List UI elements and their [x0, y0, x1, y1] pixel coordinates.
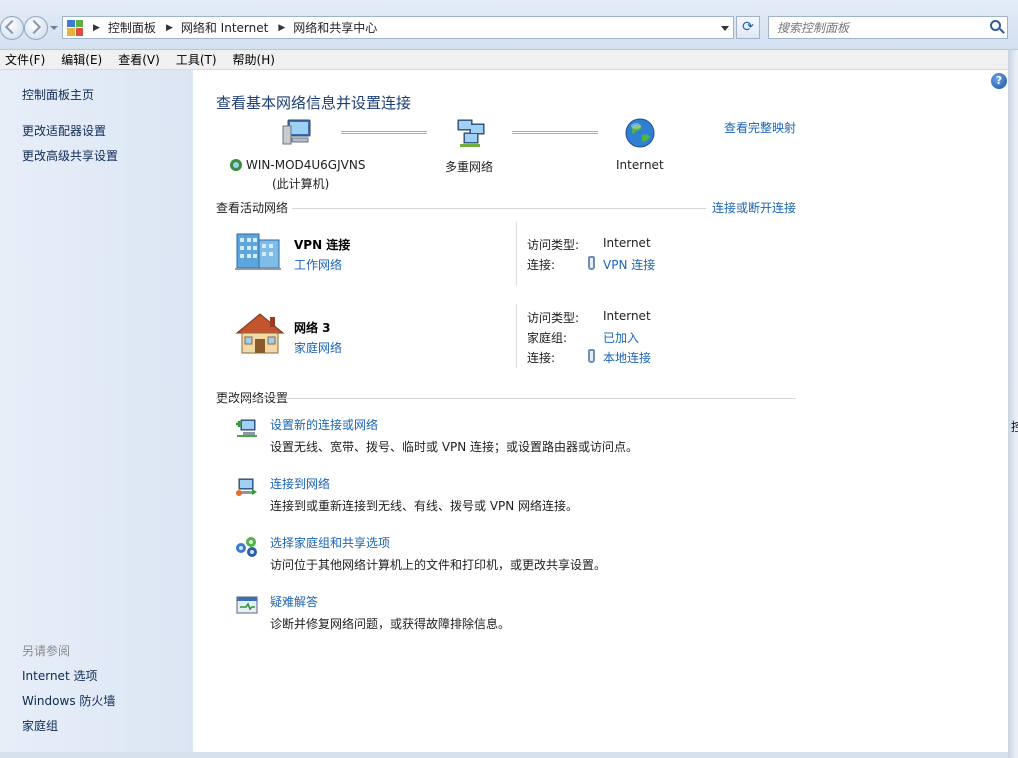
section-divider — [292, 208, 706, 209]
main-content-pane — [193, 70, 1008, 752]
back-arrow-icon — [4, 19, 20, 35]
background-window-text: 控 — [1011, 420, 1018, 434]
map-connector-line — [512, 131, 598, 134]
internet-label: Internet — [616, 158, 664, 172]
see-also-heading: 另请参阅 — [22, 644, 71, 658]
vertical-divider — [516, 222, 517, 286]
refresh-button[interactable]: ⟳ — [736, 16, 760, 39]
menu-bar: 文件(F) 编辑(E) 查看(V) 工具(T) 帮助(H) — [0, 50, 1008, 70]
task-troubleshoot-link[interactable]: 疑难解答 — [270, 593, 318, 610]
control-panel-icon — [67, 19, 83, 36]
help-icon[interactable]: ? — [991, 73, 1007, 89]
connection-plug-icon — [588, 349, 595, 363]
refresh-icon: ⟳ — [742, 19, 754, 35]
search-box[interactable] — [768, 16, 1008, 39]
page-title: 查看基本网络信息并设置连接 — [216, 94, 412, 112]
map-connector-line — [341, 131, 427, 134]
connect-disconnect-link[interactable]: 连接或断开连接 — [712, 199, 796, 216]
network-type-link-home[interactable]: 家庭网络 — [294, 339, 342, 356]
access-type-value: Internet — [603, 309, 651, 323]
network-badge-icon — [230, 159, 242, 171]
background-window-edge — [1008, 50, 1018, 758]
network-type-link-work[interactable]: 工作网络 — [294, 256, 342, 273]
sidebar-link-change-adapter-settings[interactable]: 更改适配器设置 — [22, 122, 106, 139]
multiple-networks-label: 多重网络 — [445, 160, 494, 174]
breadcrumb-separator-icon[interactable]: ▶ — [93, 23, 100, 33]
troubleshoot-icon — [236, 596, 258, 614]
breadcrumb-network-internet[interactable]: 网络和 Internet — [181, 19, 268, 36]
network-name-vpn: VPN 连接 — [294, 238, 351, 252]
address-bar-region: ▶ 控制面板 ▶ 网络和 Internet ▶ 网络和共享中心 ⟳ — [0, 0, 1018, 50]
menu-help[interactable]: 帮助(H) — [228, 51, 280, 68]
forward-button[interactable] — [24, 16, 48, 40]
back-button[interactable] — [0, 16, 24, 40]
vpn-building-icon — [235, 233, 281, 270]
connection-label: 连接: — [527, 351, 556, 365]
address-dropdown-icon[interactable] — [721, 26, 729, 31]
section-divider — [216, 398, 796, 399]
homegroup-icon — [236, 537, 257, 557]
breadcrumb-control-panel[interactable]: 控制面板 — [108, 19, 156, 36]
breadcrumb-network-sharing-center[interactable]: 网络和共享中心 — [293, 19, 377, 36]
home-network-icon — [235, 313, 285, 354]
task-new-connection-link[interactable]: 设置新的连接或网络 — [270, 416, 378, 433]
sidebar-link-windows-firewall[interactable]: Windows 防火墙 — [22, 692, 115, 709]
view-full-map-link[interactable]: 查看完整映射 — [724, 119, 796, 136]
task-homegroup-desc: 访问位于其他网络计算机上的文件和打印机，或更改共享设置。 — [270, 558, 607, 572]
new-connection-icon — [236, 419, 257, 437]
this-computer-label: (此计算机) — [272, 177, 330, 191]
connection-plug-icon — [588, 256, 595, 270]
internet-globe-icon[interactable] — [624, 117, 656, 149]
access-type-label: 访问类型: — [527, 238, 580, 252]
task-homegroup-link[interactable]: 选择家庭组和共享选项 — [270, 534, 390, 551]
active-networks-heading: 查看活动网络 — [216, 201, 289, 215]
breadcrumb-separator-icon[interactable]: ▶ — [166, 23, 173, 33]
task-new-connection-desc: 设置无线、宽带、拨号、临时或 VPN 连接；或设置路由器或访问点。 — [270, 440, 639, 454]
forward-arrow-icon — [26, 19, 42, 35]
window-bottom-border — [0, 752, 1008, 758]
menu-edit[interactable]: 编辑(E) — [56, 51, 107, 68]
connection-label: 连接: — [527, 258, 556, 272]
menu-view[interactable]: 查看(V) — [113, 51, 165, 68]
search-input[interactable] — [769, 17, 979, 38]
recent-pages-dropdown-icon[interactable] — [50, 26, 58, 30]
connection-link-vpn[interactable]: VPN 连接 — [603, 256, 655, 273]
menu-tools[interactable]: 工具(T) — [171, 51, 222, 68]
task-connect-network-desc: 连接到或重新连接到无线、有线、拨号或 VPN 网络连接。 — [270, 499, 579, 513]
sidebar-link-homegroup[interactable]: 家庭组 — [22, 717, 58, 734]
vertical-divider — [516, 304, 517, 368]
menu-file[interactable]: 文件(F) — [0, 51, 50, 68]
homegroup-joined-link[interactable]: 已加入 — [603, 329, 639, 346]
computer-icon[interactable] — [280, 116, 314, 150]
address-box[interactable]: ▶ 控制面板 ▶ 网络和 Internet ▶ 网络和共享中心 — [62, 16, 734, 39]
search-icon[interactable] — [990, 20, 1001, 31]
task-connect-network-link[interactable]: 连接到网络 — [270, 475, 330, 492]
connect-network-icon — [236, 478, 257, 496]
multiple-networks-icon[interactable] — [454, 116, 488, 150]
breadcrumb-separator-icon[interactable]: ▶ — [278, 23, 285, 33]
task-troubleshoot-desc: 诊断并修复网络问题，或获得故障排除信息。 — [270, 617, 511, 631]
homegroup-label: 家庭组: — [527, 331, 568, 345]
access-type-label: 访问类型: — [527, 311, 580, 325]
network-name-3: 网络 3 — [294, 321, 331, 335]
sidebar-link-internet-options[interactable]: Internet 选项 — [22, 667, 97, 684]
computer-name-label: WIN-MOD4U6GJVNS — [246, 158, 366, 172]
sidebar-link-control-panel-home[interactable]: 控制面板主页 — [22, 86, 94, 103]
connection-link-local[interactable]: 本地连接 — [603, 349, 651, 366]
sidebar-link-change-advanced-sharing[interactable]: 更改高级共享设置 — [22, 147, 118, 164]
access-type-value: Internet — [603, 236, 651, 250]
